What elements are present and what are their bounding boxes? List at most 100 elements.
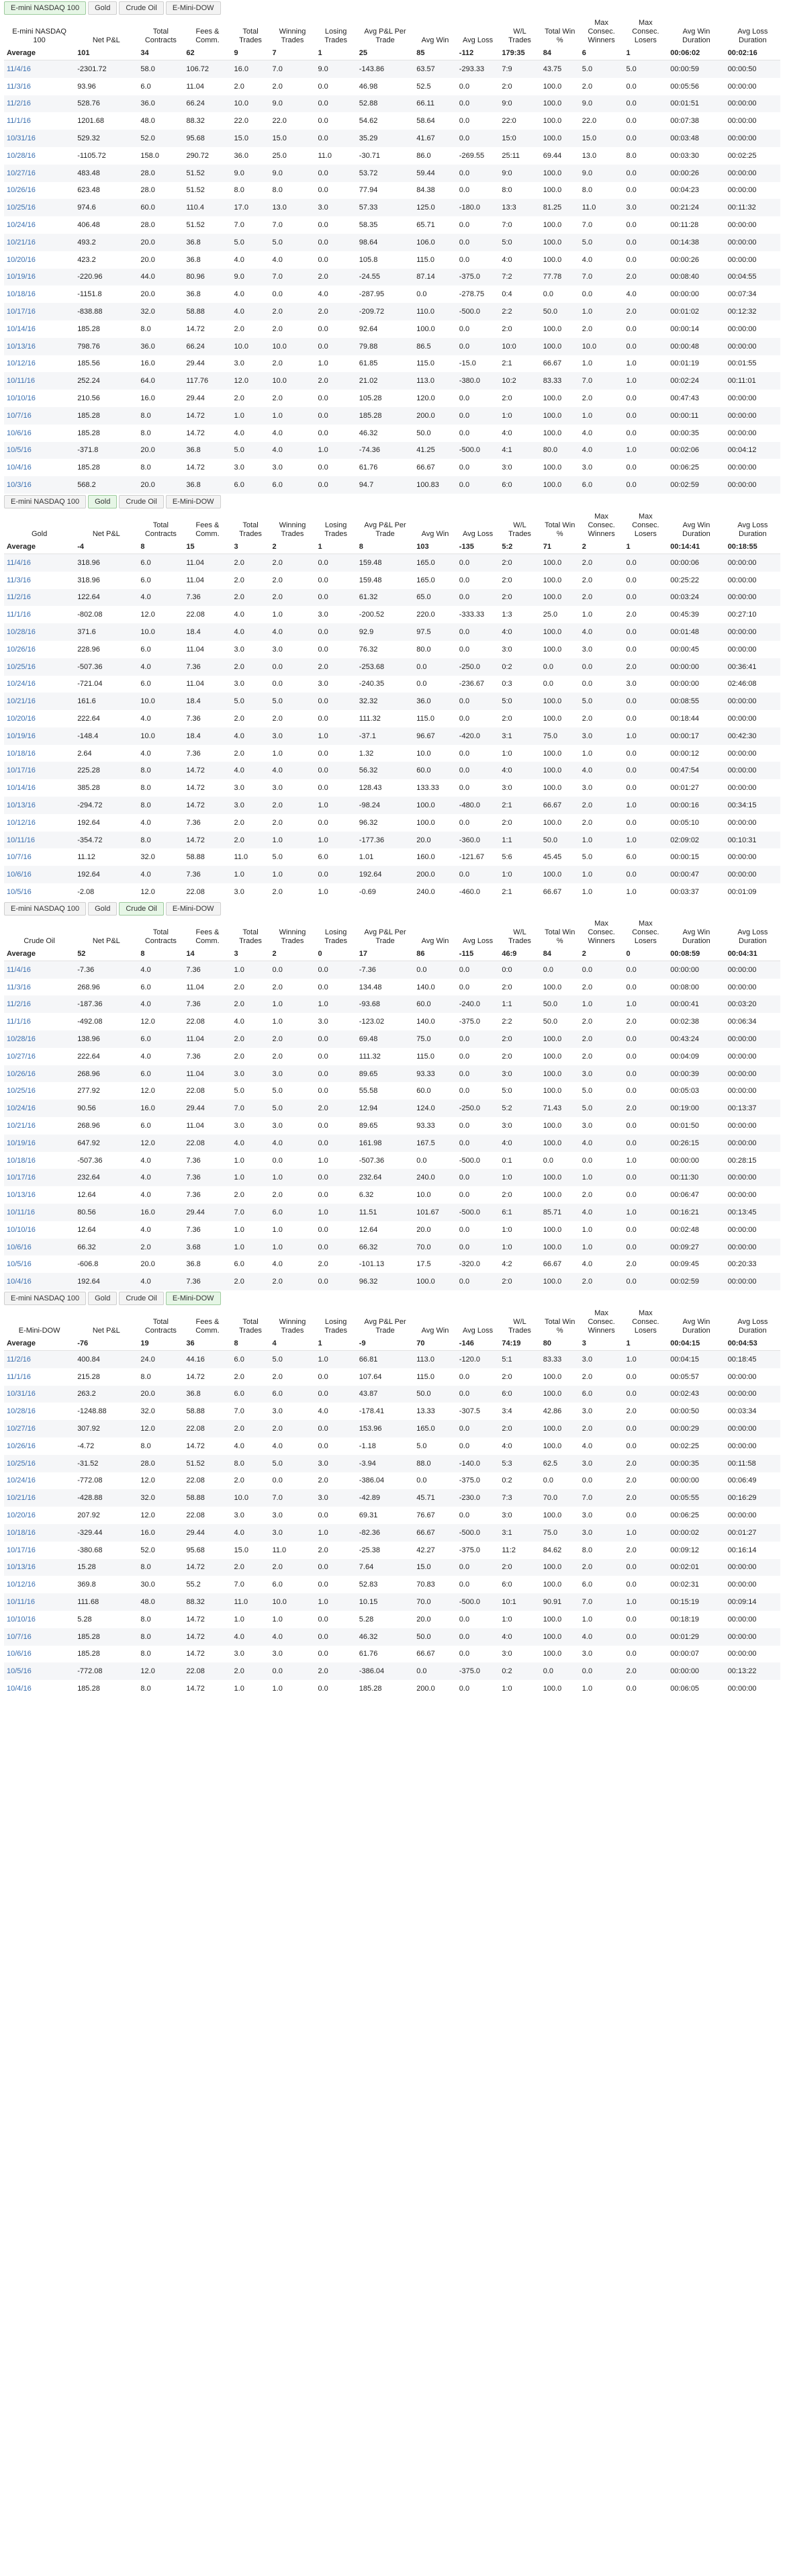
date-link[interactable]: 10/13/16	[4, 797, 75, 814]
tab-e-mini-dow[interactable]: E-Mini-DOW	[165, 1, 221, 15]
date-link[interactable]: 10/24/16	[4, 1100, 75, 1117]
date-link[interactable]: 10/17/16	[4, 303, 75, 320]
date-link[interactable]: 10/11/16	[4, 1593, 75, 1611]
date-link[interactable]: 10/4/16	[4, 1680, 75, 1697]
tab-e-mini-dow[interactable]: E-Mini-DOW	[165, 494, 221, 508]
date-link[interactable]: 10/5/16	[4, 442, 75, 459]
date-link[interactable]: 10/28/16	[4, 147, 75, 165]
date-link[interactable]: 10/25/16	[4, 1082, 75, 1100]
date-link[interactable]: 10/4/16	[4, 459, 75, 476]
date-link[interactable]: 10/31/16	[4, 130, 75, 147]
date-link[interactable]: 10/27/16	[4, 165, 75, 182]
date-link[interactable]: 10/11/16	[4, 832, 75, 849]
tab-crude-oil[interactable]: Crude Oil	[119, 494, 164, 508]
date-link[interactable]: 10/11/16	[4, 1204, 75, 1221]
date-link[interactable]: 10/6/16	[4, 425, 75, 442]
date-link[interactable]: 10/6/16	[4, 1646, 75, 1663]
date-link[interactable]: 11/2/16	[4, 589, 75, 607]
date-link[interactable]: 10/13/16	[4, 338, 75, 355]
date-link[interactable]: 10/3/16	[4, 476, 75, 494]
date-link[interactable]: 10/27/16	[4, 1420, 75, 1437]
date-link[interactable]: 10/26/16	[4, 1437, 75, 1455]
date-link[interactable]: 10/24/16	[4, 676, 75, 693]
date-link[interactable]: 10/11/16	[4, 372, 75, 390]
date-link[interactable]: 11/1/16	[4, 606, 75, 623]
date-link[interactable]: 11/4/16	[4, 60, 75, 78]
date-link[interactable]: 10/20/16	[4, 251, 75, 269]
tab-gold[interactable]: Gold	[88, 1, 118, 15]
date-link[interactable]: 10/26/16	[4, 1065, 75, 1083]
date-link[interactable]: 10/18/16	[4, 745, 75, 762]
tab-e-mini-nasdaq-100[interactable]: E-mini NASDAQ 100	[4, 494, 87, 508]
date-link[interactable]: 10/18/16	[4, 285, 75, 303]
date-link[interactable]: 10/19/16	[4, 269, 75, 286]
date-link[interactable]: 10/24/16	[4, 216, 75, 234]
date-link[interactable]: 10/12/16	[4, 355, 75, 373]
date-link[interactable]: 10/13/16	[4, 1186, 75, 1204]
tab-crude-oil[interactable]: Crude Oil	[119, 1, 164, 15]
date-link[interactable]: 10/7/16	[4, 1628, 75, 1646]
tab-e-mini-nasdaq-100[interactable]: E-mini NASDAQ 100	[4, 1, 87, 15]
date-link[interactable]: 10/14/16	[4, 779, 75, 797]
date-link[interactable]: 10/18/16	[4, 1152, 75, 1169]
tab-e-mini-dow[interactable]: E-Mini-DOW	[165, 1292, 221, 1305]
date-link[interactable]: 10/20/16	[4, 1507, 75, 1524]
date-link[interactable]: 11/3/16	[4, 78, 75, 95]
date-link[interactable]: 10/27/16	[4, 1048, 75, 1065]
tab-gold[interactable]: Gold	[88, 901, 118, 916]
date-link[interactable]: 10/14/16	[4, 320, 75, 338]
date-link[interactable]: 10/5/16	[4, 883, 75, 901]
date-link[interactable]: 10/18/16	[4, 1524, 75, 1542]
date-link[interactable]: 10/21/16	[4, 1489, 75, 1507]
date-link[interactable]: 10/28/16	[4, 623, 75, 641]
date-link[interactable]: 10/12/16	[4, 1576, 75, 1593]
date-link[interactable]: 10/28/16	[4, 1030, 75, 1048]
date-link[interactable]: 11/2/16	[4, 995, 75, 1013]
date-link[interactable]: 10/6/16	[4, 1239, 75, 1256]
date-link[interactable]: 11/4/16	[4, 553, 75, 571]
date-link[interactable]: 10/10/16	[4, 1611, 75, 1628]
tab-gold[interactable]: Gold	[88, 494, 118, 508]
date-link[interactable]: 10/19/16	[4, 727, 75, 745]
date-link[interactable]: 10/4/16	[4, 1273, 75, 1290]
tab-e-mini-dow[interactable]: E-Mini-DOW	[165, 901, 221, 916]
tab-e-mini-nasdaq-100[interactable]: E-mini NASDAQ 100	[4, 1292, 87, 1305]
date-link[interactable]: 10/26/16	[4, 641, 75, 658]
tab-gold[interactable]: Gold	[88, 1292, 118, 1305]
date-link[interactable]: 10/12/16	[4, 814, 75, 832]
date-link[interactable]: 11/1/16	[4, 112, 75, 130]
date-link[interactable]: 10/17/16	[4, 762, 75, 779]
tab-crude-oil[interactable]: Crude Oil	[119, 1292, 164, 1305]
date-link[interactable]: 10/5/16	[4, 1255, 75, 1273]
date-link[interactable]: 10/17/16	[4, 1542, 75, 1559]
date-link[interactable]: 11/2/16	[4, 1351, 75, 1368]
date-link[interactable]: 11/4/16	[4, 961, 75, 978]
date-link[interactable]: 10/19/16	[4, 1135, 75, 1152]
date-link[interactable]: 11/3/16	[4, 979, 75, 996]
date-link[interactable]: 10/21/16	[4, 1117, 75, 1135]
date-link[interactable]: 11/3/16	[4, 572, 75, 589]
date-link[interactable]: 11/1/16	[4, 1013, 75, 1030]
date-link[interactable]: 10/25/16	[4, 199, 75, 216]
tab-e-mini-nasdaq-100[interactable]: E-mini NASDAQ 100	[4, 901, 87, 916]
date-link[interactable]: 11/2/16	[4, 95, 75, 113]
date-link[interactable]: 10/25/16	[4, 658, 75, 676]
date-link[interactable]: 10/28/16	[4, 1403, 75, 1420]
date-link[interactable]: 10/21/16	[4, 693, 75, 710]
date-link[interactable]: 10/31/16	[4, 1386, 75, 1403]
date-link[interactable]: 10/6/16	[4, 866, 75, 883]
date-link[interactable]: 10/26/16	[4, 182, 75, 199]
date-link[interactable]: 10/7/16	[4, 407, 75, 425]
date-link[interactable]: 10/21/16	[4, 234, 75, 251]
date-link[interactable]: 10/10/16	[4, 390, 75, 407]
date-link[interactable]: 10/5/16	[4, 1662, 75, 1680]
date-link[interactable]: 10/25/16	[4, 1455, 75, 1472]
date-link[interactable]: 11/1/16	[4, 1368, 75, 1386]
date-link[interactable]: 10/13/16	[4, 1559, 75, 1576]
date-link[interactable]: 10/24/16	[4, 1472, 75, 1490]
date-link[interactable]: 10/7/16	[4, 848, 75, 866]
tab-crude-oil[interactable]: Crude Oil	[119, 901, 164, 916]
date-link[interactable]: 10/20/16	[4, 710, 75, 727]
date-link[interactable]: 10/17/16	[4, 1169, 75, 1186]
date-link[interactable]: 10/10/16	[4, 1221, 75, 1239]
